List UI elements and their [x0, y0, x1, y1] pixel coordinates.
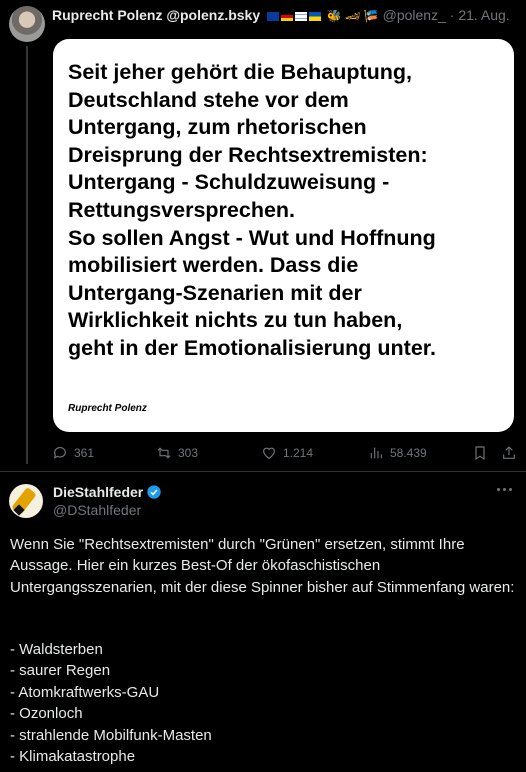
tweet-polenz: Ruprecht Polenz @polenz.bsky 🐝 🏎 🎏 @pole…: [0, 0, 526, 470]
author-name[interactable]: Ruprecht Polenz @polenz.bsky: [52, 7, 260, 23]
post-date[interactable]: · 21. Aug.: [450, 7, 510, 23]
repost-count: 303: [178, 446, 199, 460]
repost-icon: [157, 447, 171, 459]
germany-flag-icon: [281, 11, 294, 21]
tweet-header: Ruprecht Polenz @polenz.bsky 🐝 🏎 🎏 @pole…: [52, 7, 522, 27]
heart-icon: [263, 447, 275, 460]
list-item: - Waldsterben: [10, 641, 103, 658]
list-item: - saurer Regen: [10, 662, 111, 680]
quote-image[interactable]: Seit jeher gehört die Behauptung, Deutsc…: [53, 39, 514, 432]
view-count: 58.439: [390, 446, 427, 460]
reply-count: 361: [74, 446, 95, 460]
like-button[interactable]: 1.214: [261, 443, 313, 463]
list-item: - Atomkraftwerks-GAU: [10, 683, 160, 701]
quote-author: Ruprecht Polenz: [68, 403, 147, 414]
eu-flag-icon: [267, 11, 280, 21]
ukraine-flag-icon: [309, 11, 322, 21]
bookmark-button[interactable]: [472, 443, 488, 463]
like-count: 1.214: [283, 446, 314, 460]
thread-line: [26, 46, 28, 464]
author-handle[interactable]: @polenz_: [383, 7, 446, 23]
tweet-stahlfeder: DieStahlfeder @DStahlfeder Wenn Sie "Rec…: [0, 472, 526, 772]
list-item: - Klimakatastrophe: [10, 748, 136, 766]
share-icon: [503, 446, 515, 459]
flag-icons: [267, 11, 322, 21]
quote-text: Seit jeher gehört die Behauptung, Deutsc…: [68, 60, 436, 360]
avatar-stahlfeder[interactable]: [9, 484, 43, 518]
emoji-glyphs: 🐝 🏎 🎏: [326, 9, 379, 23]
scenario-list: - Waldsterben - saurer Regen - Atomkraft…: [10, 639, 515, 767]
bookmark-icon: [475, 446, 485, 461]
author-handle[interactable]: @DStahlfeder: [53, 502, 141, 518]
repost-button[interactable]: 303: [156, 443, 198, 463]
reply-button[interactable]: 361: [52, 443, 94, 463]
author-name[interactable]: DieStahlfeder: [53, 484, 143, 500]
list-item: - Ozonloch: [10, 705, 83, 723]
views-button[interactable]: 58.439: [368, 443, 427, 463]
reply-icon: [53, 447, 66, 459]
share-button[interactable]: [501, 443, 517, 463]
tweet-text: Wenn Sie "Rechtsextremisten" durch "Grün…: [10, 536, 515, 596]
list-item: - strahlende Mobilfunk-Masten: [10, 726, 212, 744]
israel-flag-icon: [295, 11, 308, 21]
views-chart-icon: [370, 447, 382, 459]
verified-badge-icon: [147, 485, 161, 499]
avatar-polenz[interactable]: [9, 6, 45, 42]
more-options-icon[interactable]: [494, 482, 514, 496]
